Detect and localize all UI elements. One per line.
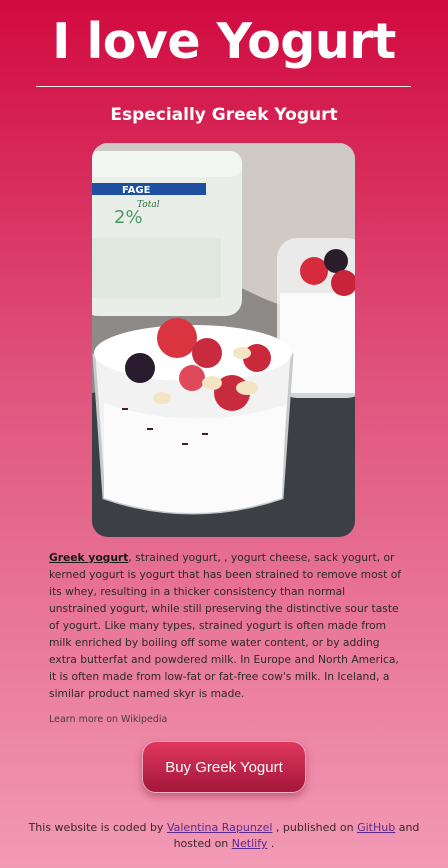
greek-yogurt-photo: FAGE Total 2% bbox=[92, 143, 355, 537]
front-glass-icon bbox=[92, 318, 294, 515]
container-brand-label: FAGE bbox=[122, 185, 151, 196]
buy-greek-yogurt-button[interactable]: Buy Greek Yogurt bbox=[142, 741, 306, 793]
description-body: , strained yogurt, , yogurt cheese, sack… bbox=[49, 551, 402, 700]
netlify-link[interactable]: Netlify bbox=[232, 837, 268, 850]
footer-text: . bbox=[267, 837, 275, 850]
page-title: I love Yogurt bbox=[52, 13, 396, 70]
page-subtitle: Especially Greek Yogurt bbox=[110, 105, 338, 125]
greek-yogurt-link[interactable]: Greek yogurt bbox=[49, 551, 128, 564]
description-paragraph: Greek yogurt, strained yogurt, , yogurt … bbox=[49, 549, 403, 702]
title-divider bbox=[36, 86, 411, 87]
learn-more-text: Learn more on Wikipedia bbox=[49, 714, 168, 725]
footer-text: This website is coded by bbox=[28, 821, 167, 834]
container-fat-label: 2% bbox=[114, 207, 143, 228]
github-link[interactable]: GitHub bbox=[357, 821, 395, 834]
author-link[interactable]: Valentina Rapunzel bbox=[167, 821, 272, 834]
yogurt-container-icon: FAGE Total 2% bbox=[92, 151, 242, 316]
footer: This website is coded by Valentina Rapun… bbox=[20, 820, 428, 852]
footer-text: , published on bbox=[272, 821, 358, 834]
